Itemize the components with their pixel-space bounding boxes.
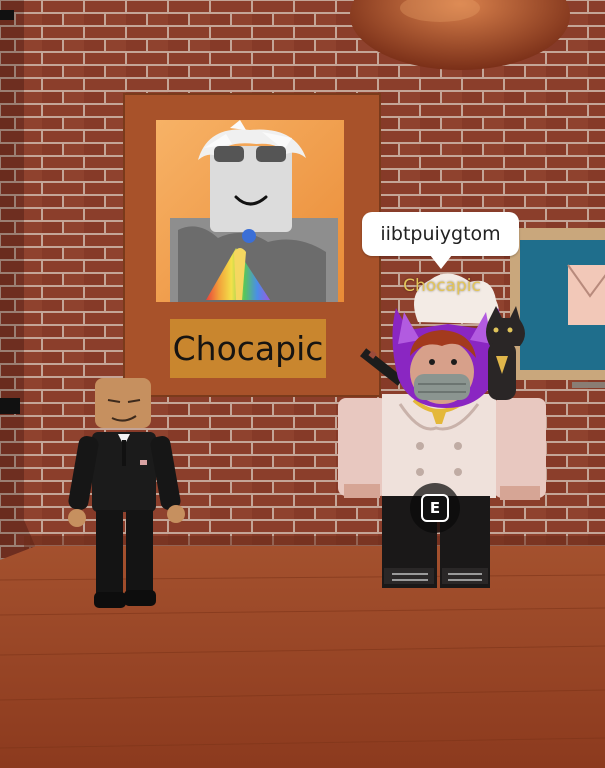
player-nametag: Chocapic bbox=[403, 276, 481, 296]
poster-caption: Chocapic bbox=[170, 319, 326, 378]
game-world bbox=[0, 0, 605, 768]
interact-key-label: E bbox=[421, 494, 449, 522]
poster-avatar-image bbox=[156, 120, 344, 302]
interact-prompt-button[interactable]: E bbox=[410, 483, 460, 533]
chat-bubble: iibtpuiygtom bbox=[362, 212, 519, 256]
notice-board bbox=[510, 228, 605, 388]
chat-bubble-tail bbox=[430, 255, 452, 269]
game-viewport[interactable]: Chocapic iibtpuiygtom Chocapic E bbox=[0, 0, 605, 768]
